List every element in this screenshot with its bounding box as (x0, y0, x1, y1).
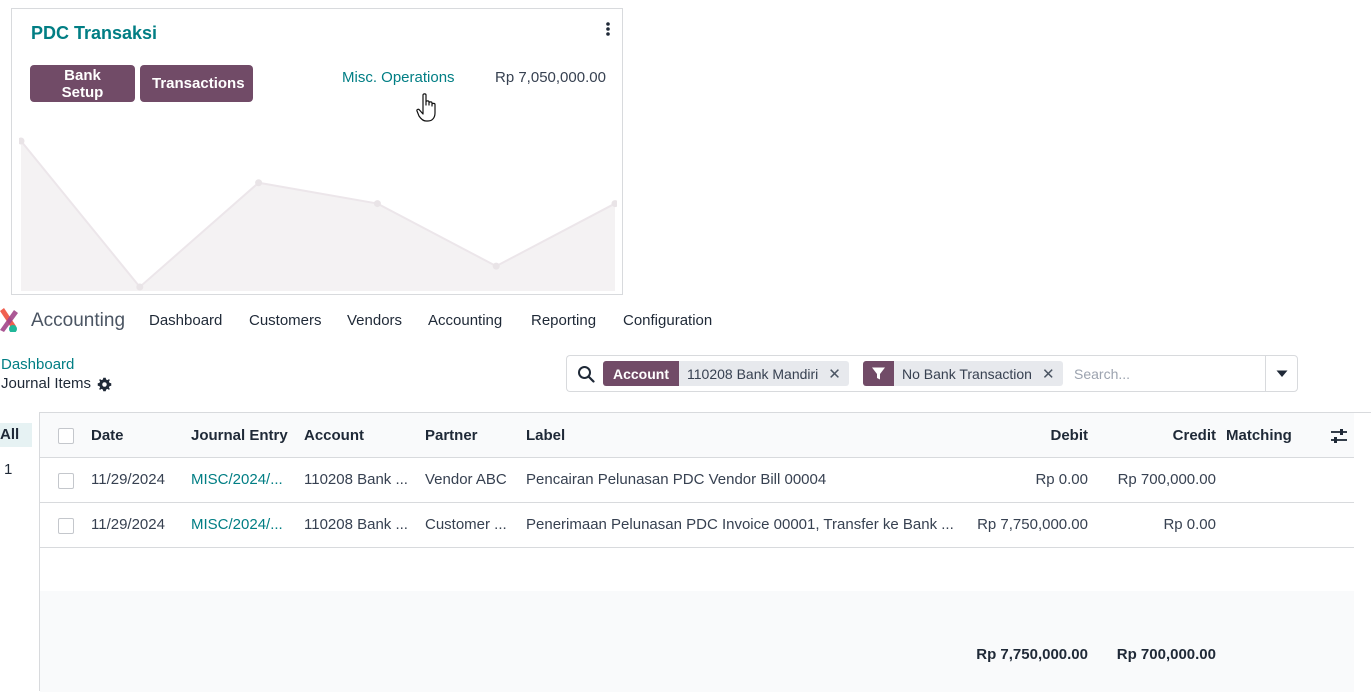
cell-credit: Rp 0.00 (1163, 516, 1216, 533)
empty-row (40, 591, 1354, 636)
bank-setup-button[interactable]: Bank Setup (30, 65, 135, 102)
transactions-button[interactable]: Transactions (140, 65, 253, 102)
search-icon[interactable] (577, 365, 595, 383)
cell-date: 11/29/2024 (91, 471, 165, 488)
cell-debit: Rp 7,750,000.00 (977, 516, 1088, 533)
search-options-toggle[interactable] (1265, 355, 1298, 392)
gear-icon[interactable] (97, 377, 112, 392)
card-title[interactable]: PDC Transaksi (31, 23, 157, 44)
journal-items-list: Date Journal Entry Account Partner Label… (40, 412, 1371, 692)
app-name[interactable]: Accounting (31, 310, 125, 332)
cell-journal-entry[interactable]: MISC/2024/... (191, 516, 291, 533)
chart-point (373, 200, 381, 208)
row-checkbox[interactable] (58, 473, 74, 489)
remove-facet-icon[interactable]: ✕ (828, 365, 841, 383)
chart-point (136, 283, 144, 291)
chart-area (21, 141, 615, 291)
nav-vendors[interactable]: Vendors (347, 312, 402, 329)
facet-account-value: 110208 Bank Mandiri (687, 365, 819, 382)
facet-account-value-box: 110208 Bank Mandiri ✕ (679, 361, 849, 386)
cell-debit: Rp 0.00 (1035, 471, 1088, 488)
facet-filter-value: No Bank Transaction (902, 365, 1032, 382)
cell-journal-entry[interactable]: MISC/2024/... (191, 471, 291, 488)
cell-account: 110208 Bank ... (304, 516, 408, 533)
col-matching[interactable]: Matching (1226, 427, 1292, 444)
total-credit: Rp 700,000.00 (1116, 646, 1216, 663)
col-credit[interactable]: Credit (1116, 427, 1216, 444)
nav-customers[interactable]: Customers (249, 312, 322, 329)
facet-filter-value-box: No Bank Transaction ✕ (894, 361, 1063, 386)
col-journal-entry[interactable]: Journal Entry (191, 427, 288, 444)
misc-operations-link[interactable]: Misc. Operations (342, 69, 455, 86)
total-debit: Rp 7,750,000.00 (976, 646, 1088, 663)
journal-card: PDC Transaksi Bank Setup Transactions Mi… (11, 8, 623, 295)
row-checkbox[interactable] (58, 518, 74, 534)
side-panel-all[interactable]: All (0, 423, 32, 447)
hand-cursor-icon (416, 93, 436, 122)
chart-point (492, 262, 500, 270)
search-panel: All 1 (0, 412, 40, 691)
table-footer (40, 634, 1354, 692)
page-title: Journal Items (1, 375, 92, 392)
kebab-menu-icon[interactable] (602, 21, 614, 37)
accounting-app-icon[interactable] (0, 308, 20, 332)
search-bar: Account 110208 Bank Mandiri ✕ No Bank Tr… (566, 355, 1266, 392)
cell-date: 11/29/2024 (91, 516, 165, 533)
select-all-checkbox[interactable] (58, 428, 74, 444)
breadcrumb-dashboard[interactable]: Dashboard (1, 356, 74, 373)
caret-down-icon (1276, 370, 1288, 377)
cell-partner: Customer ... (425, 516, 507, 533)
filter-icon (872, 367, 885, 380)
cell-label: Penerimaan Pelunasan PDC Invoice 00001, … (526, 516, 954, 533)
nav-reporting[interactable]: Reporting (531, 312, 596, 329)
facet-account: Account 110208 Bank Mandiri ✕ (603, 361, 849, 386)
col-partner[interactable]: Partner (425, 427, 478, 444)
col-label[interactable]: Label (526, 427, 565, 444)
nav-configuration[interactable]: Configuration (623, 312, 712, 329)
nav-dashboard[interactable]: Dashboard (149, 312, 222, 329)
table-row[interactable]: 11/29/2024 MISC/2024/... 110208 Bank ...… (40, 458, 1354, 503)
card-balance: Rp 7,050,000.00 (495, 69, 606, 86)
table-header: Date Journal Entry Account Partner Label… (40, 413, 1354, 458)
col-date[interactable]: Date (91, 427, 124, 444)
facet-account-label: Account (603, 361, 679, 386)
facet-filter: No Bank Transaction ✕ (863, 361, 1063, 386)
table-row[interactable]: 11/29/2024 MISC/2024/... 110208 Bank ...… (40, 503, 1354, 548)
cell-label: Pencairan Pelunasan PDC Vendor Bill 0000… (526, 471, 827, 488)
cell-account: 110208 Bank ... (304, 471, 408, 488)
search-input[interactable] (1074, 362, 1264, 386)
empty-row (40, 548, 1354, 593)
cell-partner: Vendor ABC (425, 471, 507, 488)
side-panel-count: 1 (4, 461, 13, 478)
chart-point (255, 179, 263, 187)
balance-chart (19, 137, 617, 291)
col-account[interactable]: Account (304, 427, 364, 444)
filter-icon-box (863, 361, 894, 386)
col-debit[interactable]: Debit (988, 427, 1089, 444)
remove-facet-icon[interactable]: ✕ (1042, 365, 1055, 383)
nav-accounting[interactable]: Accounting (428, 312, 502, 329)
top-navbar: Accounting Dashboard Customers Vendors A… (0, 300, 1371, 340)
cell-credit: Rp 700,000.00 (1117, 471, 1216, 488)
optional-columns-icon[interactable] (1330, 427, 1348, 445)
